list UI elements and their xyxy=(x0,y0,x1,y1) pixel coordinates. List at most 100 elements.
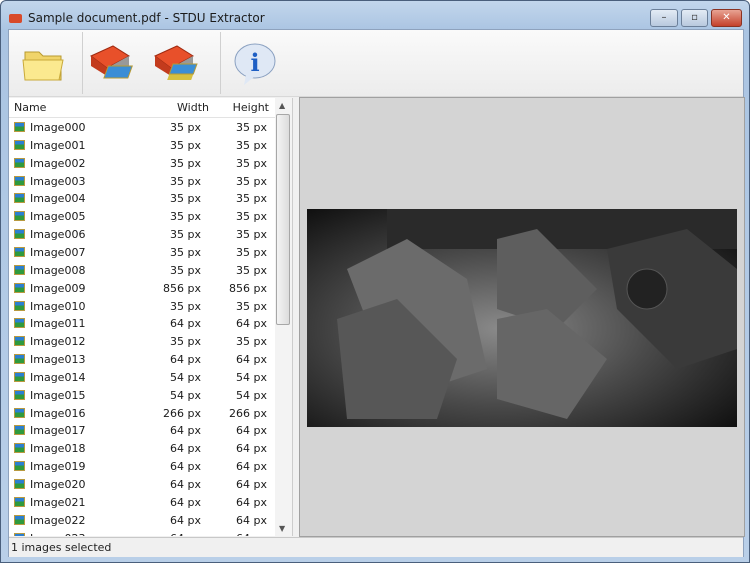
status-bar: 1 images selected xyxy=(9,537,743,557)
table-row[interactable]: Image016 266 px 266 px xyxy=(9,405,275,423)
image-name: Image012 xyxy=(30,335,86,349)
image-height: 35 px xyxy=(236,192,267,206)
image-height: 35 px xyxy=(236,156,267,170)
table-row[interactable]: Image015 54 px 54 px xyxy=(9,387,275,405)
image-file-icon xyxy=(14,407,25,418)
image-name: Image021 xyxy=(30,495,86,509)
image-name: Image008 xyxy=(30,263,86,277)
table-row[interactable]: Image008 35 px 35 px xyxy=(9,262,275,280)
table-row[interactable]: Image020 64 px 64 px xyxy=(9,476,275,494)
image-name: Image020 xyxy=(30,478,86,491)
table-row[interactable]: Image005 35 px 35 px xyxy=(9,208,275,226)
image-name: Image005 xyxy=(30,210,86,224)
image-name: Image001 xyxy=(30,138,86,152)
image-height: 54 px xyxy=(236,388,267,402)
image-height: 35 px xyxy=(236,228,267,242)
image-width: 35 px xyxy=(170,335,201,349)
image-width: 35 px xyxy=(170,174,201,188)
svg-text:i: i xyxy=(250,48,259,77)
image-file-icon xyxy=(14,514,25,525)
image-width: 35 px xyxy=(170,263,201,277)
image-file-icon xyxy=(14,532,25,536)
table-row[interactable]: Image023 64 px 64 px xyxy=(9,530,275,536)
table-row[interactable]: Image000 35 px 35 px xyxy=(9,119,275,137)
image-width: 35 px xyxy=(170,192,201,206)
scroll-down-arrow[interactable]: ▼ xyxy=(279,524,285,533)
scrollbar-thumb[interactable] xyxy=(276,114,290,325)
column-height[interactable]: Height xyxy=(233,101,269,114)
table-row[interactable]: Image018 64 px 64 px xyxy=(9,440,275,458)
toolbar: i xyxy=(9,30,743,97)
image-width: 64 px xyxy=(170,353,201,367)
list-scrollbar[interactable]: ▲ ▼ xyxy=(275,98,292,536)
image-file-icon xyxy=(14,496,25,507)
image-width: 64 px xyxy=(170,317,201,331)
image-file-icon xyxy=(14,336,25,347)
image-height: 35 px xyxy=(236,138,267,152)
table-row[interactable]: Image001 35 px 35 px xyxy=(9,137,275,155)
preview-image xyxy=(307,209,737,427)
image-name: Image022 xyxy=(30,513,86,527)
extract-image-button[interactable] xyxy=(85,34,149,94)
image-height: 64 px xyxy=(236,460,267,474)
window-title: Sample document.pdf - STDU Extractor xyxy=(28,11,265,25)
image-height: 266 px xyxy=(229,406,267,420)
image-width: 64 px xyxy=(170,513,201,527)
image-name: Image023 xyxy=(30,532,85,536)
image-width: 35 px xyxy=(170,121,201,134)
table-row[interactable]: Image014 54 px 54 px xyxy=(9,369,275,387)
scroll-up-arrow[interactable]: ▲ xyxy=(279,101,285,110)
table-row[interactable]: Image002 35 px 35 px xyxy=(9,155,275,173)
image-file-icon xyxy=(14,354,25,365)
table-row[interactable]: Image010 35 px 35 px xyxy=(9,298,275,316)
info-icon: i xyxy=(234,43,276,85)
image-height: 64 px xyxy=(236,424,267,438)
image-width: 35 px xyxy=(170,156,201,170)
image-file-icon xyxy=(14,389,25,400)
image-height: 64 px xyxy=(236,495,267,509)
image-height: 35 px xyxy=(236,210,267,224)
image-file-icon xyxy=(14,229,25,240)
image-height: 35 px xyxy=(236,299,267,313)
table-row[interactable]: Image019 64 px 64 px xyxy=(9,458,275,476)
table-row[interactable]: Image022 64 px 64 px xyxy=(9,512,275,530)
image-height: 856 px xyxy=(229,281,267,295)
image-height: 64 px xyxy=(236,317,267,331)
table-row[interactable]: Image009 856 px 856 px xyxy=(9,280,275,298)
table-row[interactable]: Image013 64 px 64 px xyxy=(9,351,275,369)
image-name: Image004 xyxy=(30,192,86,206)
image-height: 64 px xyxy=(236,513,267,527)
table-row[interactable]: Image004 35 px 35 px xyxy=(9,190,275,208)
book-image-icon xyxy=(90,45,133,79)
table-row[interactable]: Image021 64 px 64 px xyxy=(9,494,275,512)
open-button[interactable] xyxy=(12,34,76,94)
close-button[interactable]: ✕ xyxy=(711,9,742,27)
table-row[interactable]: Image003 35 px 35 px xyxy=(9,173,275,191)
extract-all-button[interactable] xyxy=(149,34,213,94)
image-file-icon xyxy=(14,139,25,150)
about-button[interactable]: i xyxy=(223,34,287,94)
image-width: 35 px xyxy=(170,228,201,242)
table-row[interactable]: Image012 35 px 35 px xyxy=(9,333,275,351)
image-height: 35 px xyxy=(236,174,267,188)
table-row[interactable]: Image006 35 px 35 px xyxy=(9,226,275,244)
image-name: Image009 xyxy=(30,281,86,295)
maximize-button[interactable]: ▫ xyxy=(681,9,708,27)
image-file-icon xyxy=(14,157,25,168)
table-row[interactable]: Image007 35 px 35 px xyxy=(9,244,275,262)
image-height: 35 px xyxy=(236,335,267,349)
column-width[interactable]: Width xyxy=(177,101,209,114)
image-preview-pane xyxy=(299,97,745,537)
image-name: Image002 xyxy=(30,156,86,170)
column-name[interactable]: Name xyxy=(14,101,46,114)
table-row[interactable]: Image017 64 px 64 px xyxy=(9,422,275,440)
image-height: 35 px xyxy=(236,121,267,134)
image-file-icon xyxy=(14,461,25,472)
image-width: 54 px xyxy=(170,370,201,384)
minimize-button[interactable]: – xyxy=(650,9,678,27)
image-width: 64 px xyxy=(170,532,201,536)
image-file-icon xyxy=(14,122,25,132)
image-name: Image000 xyxy=(30,121,86,134)
image-width: 35 px xyxy=(170,245,201,259)
table-row[interactable]: Image011 64 px 64 px xyxy=(9,315,275,333)
